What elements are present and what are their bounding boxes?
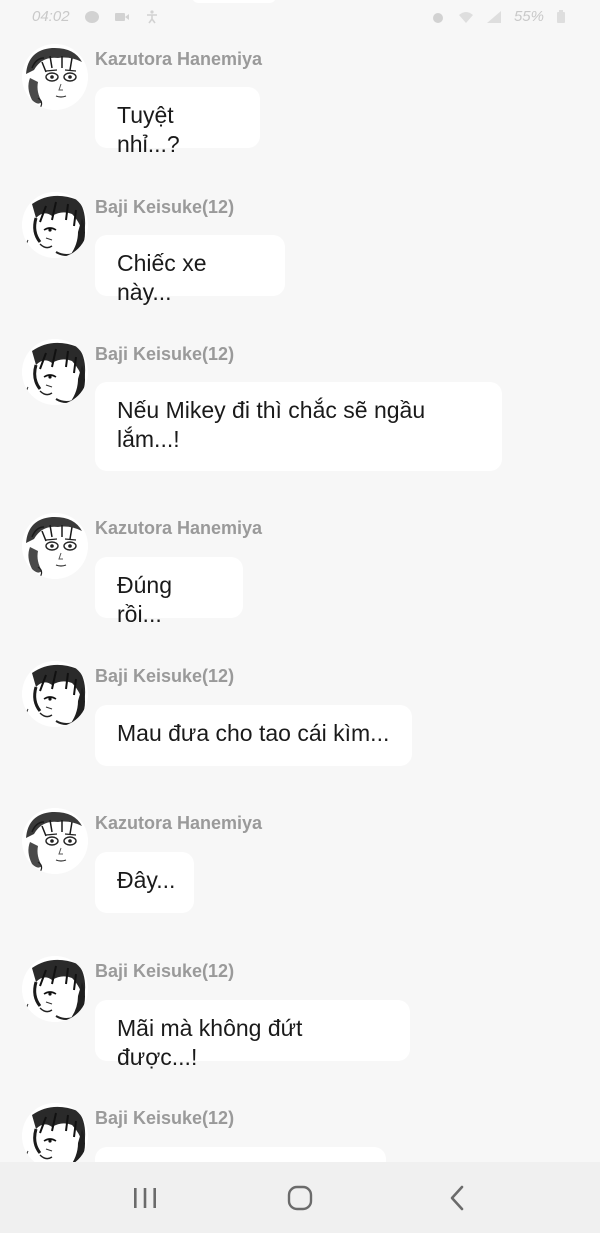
- recent-apps-icon[interactable]: [123, 1176, 167, 1220]
- video-icon: [114, 10, 130, 24]
- previous-message-bubble: [192, 0, 276, 3]
- sender-name: Baji Keisuke(12): [95, 666, 235, 686]
- message-bubble[interactable]: Chiếc xe này...: [95, 235, 285, 305]
- signal-icon: [486, 10, 502, 24]
- kazutora-avatar[interactable]: [22, 513, 88, 579]
- wifi-icon: [458, 10, 474, 24]
- baji-avatar[interactable]: [22, 956, 88, 1022]
- messenger-icon: [84, 10, 100, 24]
- back-icon[interactable]: [435, 1176, 479, 1220]
- message-bubble[interactable]: Tuyệt nhỉ...?: [95, 87, 260, 157]
- message-bubble[interactable]: Đây...: [95, 852, 194, 913]
- baji-avatar[interactable]: [22, 339, 88, 405]
- message-bubble[interactable]: Mau đưa cho tao cái kìm...: [95, 705, 412, 766]
- home-icon[interactable]: [278, 1176, 322, 1220]
- battery-percent: 55%: [513, 8, 544, 25]
- baji-avatar[interactable]: [22, 1103, 88, 1169]
- battery-icon: [556, 9, 572, 24]
- status-time: 04:02: [32, 8, 70, 25]
- alarm-icon: [430, 10, 446, 24]
- sender-name: Kazutora Hanemiya: [95, 813, 263, 833]
- sender-name: Baji Keisuke(12): [95, 961, 235, 981]
- sender-name: Baji Keisuke(12): [95, 1108, 235, 1128]
- kazutora-avatar[interactable]: [22, 44, 88, 110]
- kazutora-avatar[interactable]: [22, 808, 88, 874]
- status-bar: 04:02 55%: [0, 0, 600, 36]
- baji-avatar[interactable]: [22, 192, 88, 258]
- baji-avatar[interactable]: [22, 661, 88, 727]
- message-bubble[interactable]: Mãi mà không đứt được...!: [95, 1000, 410, 1070]
- sender-name: Baji Keisuke(12): [95, 344, 235, 364]
- sender-name: Kazutora Hanemiya: [95, 49, 263, 69]
- accessibility-icon: [144, 9, 160, 24]
- navigation-bar: [0, 1162, 600, 1233]
- sender-name: Baji Keisuke(12): [95, 197, 235, 217]
- message-bubble[interactable]: Nếu Mikey đi thì chắc sẽ ngầu lắm...!: [95, 382, 502, 471]
- sender-name: Kazutora Hanemiya: [95, 518, 263, 538]
- message-bubble[interactable]: Đúng rồi...: [95, 557, 243, 627]
